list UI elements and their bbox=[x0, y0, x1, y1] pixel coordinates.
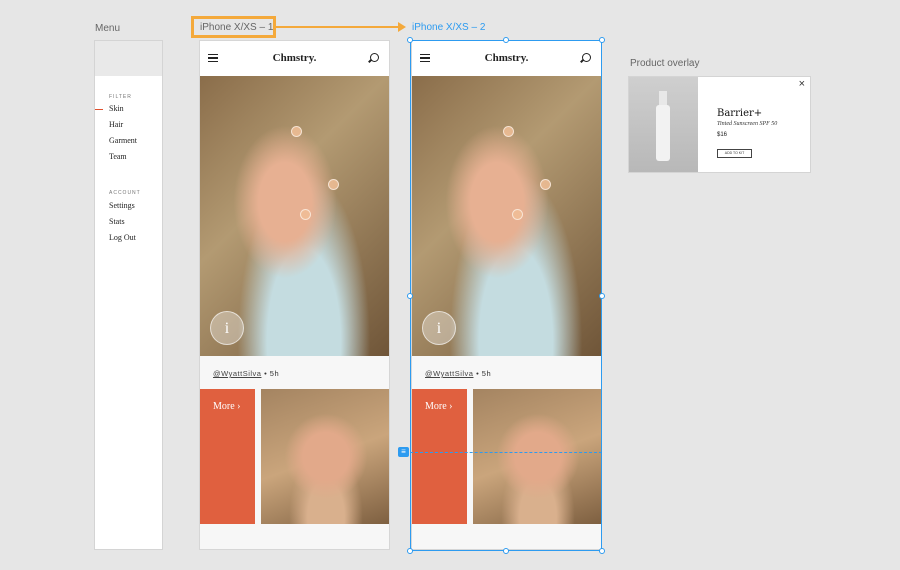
more-button[interactable]: More › bbox=[412, 389, 467, 524]
overlay-artboard-label[interactable]: Product overlay bbox=[630, 58, 699, 69]
app-logo: Chmstry. bbox=[272, 52, 317, 64]
more-label: More bbox=[213, 401, 235, 412]
artboard1-label[interactable]: iPhone X/XS – 1 bbox=[200, 22, 273, 33]
hero-photo: i bbox=[200, 76, 389, 356]
author-link[interactable]: @WyattSilva bbox=[425, 369, 473, 378]
menu-artboard[interactable]: FILTER Skin Hair Garment Team ACCOUNT Se… bbox=[94, 40, 163, 550]
app-logo: Chmstry. bbox=[484, 52, 529, 64]
hotspot[interactable] bbox=[291, 126, 302, 137]
hotspot[interactable] bbox=[503, 126, 514, 137]
active-indicator bbox=[95, 109, 103, 110]
post-caption: @WyattSilva • 5h bbox=[213, 369, 280, 378]
post-time: 5h bbox=[481, 369, 492, 378]
menu-item-team[interactable]: Team bbox=[109, 152, 127, 161]
author-link[interactable]: @WyattSilva bbox=[213, 369, 261, 378]
bottle-pump bbox=[659, 91, 667, 105]
hotspot[interactable] bbox=[328, 179, 339, 190]
menu-item-garment[interactable]: Garment bbox=[109, 136, 137, 145]
close-icon[interactable]: × bbox=[799, 78, 805, 90]
scroll-guide-handle-icon[interactable]: ≡ bbox=[398, 447, 409, 457]
arrow-head bbox=[398, 22, 406, 32]
account-heading: ACCOUNT bbox=[109, 190, 141, 196]
menu-item-hair[interactable]: Hair bbox=[109, 120, 123, 129]
content-row: More › bbox=[200, 389, 389, 524]
menu-item-stats[interactable]: Stats bbox=[109, 217, 125, 226]
app-header: Chmstry. bbox=[200, 41, 389, 76]
more-label: More bbox=[425, 401, 447, 412]
post-time: 5h bbox=[269, 369, 280, 378]
post-caption: @WyattSilva • 5h bbox=[425, 369, 492, 378]
secondary-photo bbox=[473, 389, 601, 524]
prototype-link-arrow bbox=[276, 26, 400, 28]
content-row: More › bbox=[412, 389, 601, 524]
artboard-2[interactable]: Chmstry. i @WyattSilva • 5h More › bbox=[411, 40, 602, 550]
info-icon[interactable]: i bbox=[422, 311, 456, 345]
search-icon[interactable] bbox=[370, 53, 379, 62]
hero-photo: i bbox=[412, 76, 601, 356]
product-price: $16 bbox=[717, 132, 728, 138]
filter-heading: FILTER bbox=[109, 94, 132, 100]
scroll-guide-line bbox=[410, 452, 602, 453]
menu-item-skin[interactable]: Skin bbox=[109, 104, 124, 113]
search-icon[interactable] bbox=[582, 53, 591, 62]
hotspot[interactable] bbox=[540, 179, 551, 190]
more-button[interactable]: More › bbox=[200, 389, 255, 524]
artboard2-label[interactable]: iPhone X/XS – 2 bbox=[412, 22, 485, 33]
bottle-shape bbox=[656, 105, 670, 161]
app-header: Chmstry. bbox=[412, 41, 601, 76]
info-icon[interactable]: i bbox=[210, 311, 244, 345]
product-photo bbox=[629, 77, 698, 172]
menu-item-logout[interactable]: Log Out bbox=[109, 233, 136, 242]
secondary-photo bbox=[261, 389, 389, 524]
hotspot[interactable] bbox=[512, 209, 523, 220]
artboard-1[interactable]: Chmstry. i @WyattSilva • 5h More › bbox=[199, 40, 390, 550]
menu-item-settings[interactable]: Settings bbox=[109, 201, 135, 210]
add-to-kit-button[interactable]: ADD TO KIT bbox=[717, 149, 752, 158]
menu-top-area bbox=[95, 41, 162, 76]
product-overlay-artboard[interactable]: × Barrier+ Tinted Sunscreen SPF 50 $16 A… bbox=[628, 76, 811, 173]
menu-artboard-label[interactable]: Menu bbox=[95, 23, 120, 34]
product-subtitle: Tinted Sunscreen SPF 50 bbox=[717, 121, 778, 127]
hotspot[interactable] bbox=[300, 209, 311, 220]
product-title: Barrier+ bbox=[717, 108, 763, 119]
